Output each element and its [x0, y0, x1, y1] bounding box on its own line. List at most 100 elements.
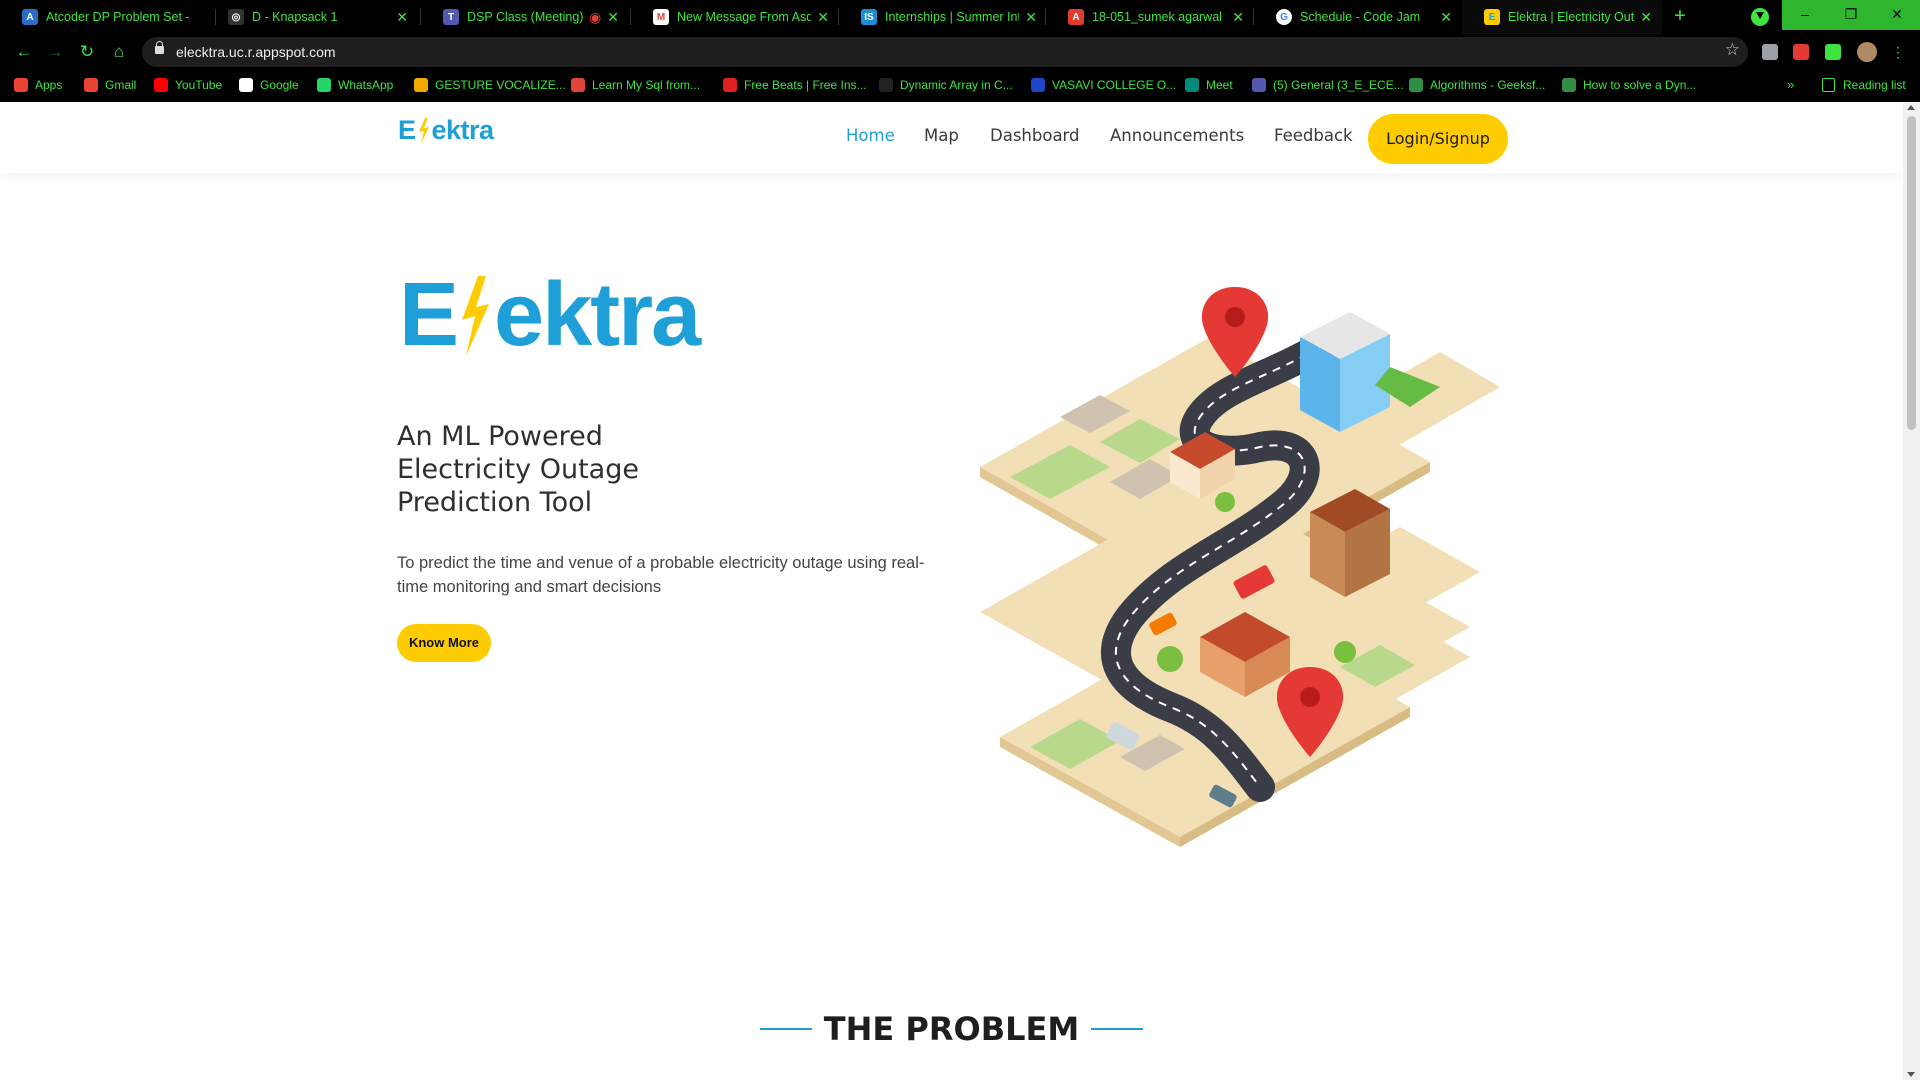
puzzle-extensions-icon[interactable]	[1825, 44, 1841, 60]
gfg-icon	[1409, 78, 1423, 92]
bookmark-label: Algorithms - Geeksf...	[1430, 78, 1546, 92]
bookmark-label: Apps	[35, 78, 63, 92]
bookmark-item[interactable]: VASAVI COLLEGE O...	[1031, 78, 1176, 92]
close-window-button[interactable]: ✕	[1874, 0, 1920, 30]
close-tab-icon[interactable]: ✕	[1232, 9, 1244, 26]
browser-tab-8-active[interactable]: E Elektra | Electricity Outage ✕	[1462, 0, 1662, 34]
bookmark-item[interactable]: (5) General (3_E_ECE...	[1252, 78, 1404, 92]
browser-tab-1[interactable]: A Atcoder DP Problem Set -	[0, 0, 205, 34]
scrollbar-thumb[interactable]	[1907, 116, 1916, 430]
close-tab-icon[interactable]: ✕	[1440, 9, 1452, 26]
profile-avatar[interactable]	[1857, 42, 1877, 62]
bookmark-label: Free Beats | Free Ins...	[744, 78, 867, 92]
bookmark-item[interactable]: Apps	[14, 78, 62, 92]
teams-favicon: T	[443, 9, 459, 25]
gfg-icon	[1562, 78, 1576, 92]
bookmark-item[interactable]: Free Beats | Free Ins...	[723, 78, 867, 92]
reading-list-label: Reading list	[1843, 78, 1906, 92]
recording-icon: ◉	[589, 8, 602, 25]
scroll-down-arrow-icon[interactable]	[1907, 1072, 1915, 1077]
bookmark-label: How to solve a Dyn...	[1583, 78, 1697, 92]
heading-divider-right	[1091, 1028, 1144, 1030]
close-tab-icon[interactable]: ✕	[817, 9, 829, 26]
close-tab-icon[interactable]: ✕	[1640, 9, 1652, 26]
extension-icon[interactable]	[1762, 44, 1778, 60]
browser-tab-4[interactable]: M New Message From Asque ✕	[631, 0, 839, 34]
bookmarks-bar: Apps Gmail YouTube Google WhatsApp GESTURE VO…	[0, 70, 1920, 102]
hero-title: An ML Powered Electricity Outage Predict…	[397, 420, 697, 519]
login-signup-button[interactable]: Login/Signup	[1368, 114, 1508, 164]
bookmark-item[interactable]: GESTURE VOCALIZE...	[414, 78, 566, 92]
url-text: elecktra.uc.r.appspot.com	[176, 44, 336, 60]
close-tab-icon[interactable]: ✕	[607, 9, 619, 26]
page-scrollbar[interactable]	[1903, 102, 1920, 1080]
bookmark-icon	[879, 78, 893, 92]
nav-announcements[interactable]: Announcements	[1110, 126, 1244, 145]
lock-icon[interactable]	[155, 41, 164, 54]
hero-description: To predict the time and venue of a proba…	[397, 554, 925, 596]
bookmark-item[interactable]: YouTube	[154, 78, 222, 92]
address-bar[interactable]: elecktra.uc.r.appspot.com ☆	[142, 37, 1748, 67]
scroll-up-arrow-icon[interactable]	[1907, 105, 1915, 110]
page-viewport: E ektra Home Map Dashboard Announcements…	[0, 102, 1920, 1080]
nav-dashboard[interactable]: Dashboard	[990, 126, 1080, 145]
bookmark-label: Gmail	[105, 78, 137, 92]
bookmark-label: Meet	[1206, 78, 1233, 92]
browser-tab-5[interactable]: IS Internships | Summer Inter ✕	[839, 0, 1047, 34]
bookmark-item[interactable]: Google	[239, 78, 299, 92]
know-more-button[interactable]: Know More	[397, 624, 491, 662]
minimize-button[interactable]: –	[1782, 0, 1828, 30]
bookmark-item[interactable]: Learn My Sql from...	[571, 78, 700, 92]
reading-list-button[interactable]: Reading list	[1822, 78, 1906, 92]
bookmark-label: WhatsApp	[338, 78, 394, 92]
section-heading-text: THE PROBLEM	[823, 1010, 1080, 1048]
browser-tab-3[interactable]: T DSP Class (Meeting) | ◉ ✕	[421, 0, 629, 34]
bookmark-item[interactable]: WhatsApp	[317, 78, 393, 92]
browser-tab-strip: A Atcoder DP Problem Set - ◎ D - Knapsac…	[0, 0, 1920, 34]
bookmark-item[interactable]: Dynamic Array in C...	[879, 78, 1013, 92]
tab-title: New Message From Asque	[677, 10, 812, 24]
bookmark-item[interactable]: How to solve a Dyn...	[1562, 78, 1696, 92]
forward-arrow-icon[interactable]: →	[43, 40, 67, 64]
close-tab-icon[interactable]: ✕	[396, 9, 408, 26]
nav-home[interactable]: Home	[846, 126, 895, 145]
atcoder-favicon: A	[22, 9, 38, 25]
screenshot-extension-icon[interactable]	[1793, 44, 1809, 60]
close-tab-icon[interactable]: ✕	[1025, 9, 1037, 26]
reload-icon[interactable]: ↻	[75, 40, 99, 64]
bookmark-item[interactable]: Meet	[1185, 78, 1233, 92]
restore-button[interactable]: ❐	[1828, 0, 1874, 30]
bookmark-icon	[723, 78, 737, 92]
back-arrow-icon[interactable]: ←	[12, 40, 36, 64]
bookmark-star-icon[interactable]: ☆	[1725, 40, 1740, 60]
tab-title: D - Knapsack 1	[252, 10, 338, 24]
bookmark-label: (5) General (3_E_ECE...	[1273, 78, 1404, 92]
browser-tab-7[interactable]: G Schedule - Code Jam ✕	[1254, 0, 1462, 34]
bookmark-label: Dynamic Array in C...	[900, 78, 1013, 92]
lightning-bolt-icon	[418, 117, 429, 144]
bookmark-item[interactable]: Algorithms - Geeksf...	[1409, 78, 1545, 92]
bookmark-item[interactable]: Gmail	[84, 78, 136, 92]
tab-title: Schedule - Code Jam	[1300, 10, 1421, 24]
tab-title: Elektra | Electricity Outage	[1508, 10, 1635, 24]
bookmark-label: Learn My Sql from...	[592, 78, 701, 92]
nav-map[interactable]: Map	[924, 126, 959, 145]
pdf-favicon: A	[1068, 9, 1084, 25]
site-header: E ektra Home Map Dashboard Announcements…	[0, 102, 1903, 173]
hero-title-line-3: Prediction Tool	[397, 487, 593, 518]
nav-feedback[interactable]: Feedback	[1274, 126, 1353, 145]
whatsapp-icon	[317, 78, 331, 92]
browser-tab-6[interactable]: A 18-051_sumek agarwal | P ✕	[1046, 0, 1254, 34]
home-icon[interactable]: ⌂	[107, 40, 131, 64]
elektra-logo[interactable]: E ektra	[398, 115, 494, 146]
new-tab-button[interactable]: +	[1668, 5, 1692, 29]
browser-tab-2[interactable]: ◎ D - Knapsack 1 ✕	[206, 0, 418, 34]
google-favicon: G	[1276, 9, 1292, 25]
reading-list-icon	[1822, 78, 1835, 92]
logo-suffix: ektra	[431, 115, 495, 145]
bookmarks-overflow-button[interactable]: »	[1787, 77, 1794, 92]
hero-logo-prefix: E	[399, 265, 459, 365]
downloads-icon[interactable]	[1751, 8, 1769, 26]
teams-icon	[1252, 78, 1266, 92]
menu-kebab-icon[interactable]: ⋮	[1886, 40, 1910, 64]
